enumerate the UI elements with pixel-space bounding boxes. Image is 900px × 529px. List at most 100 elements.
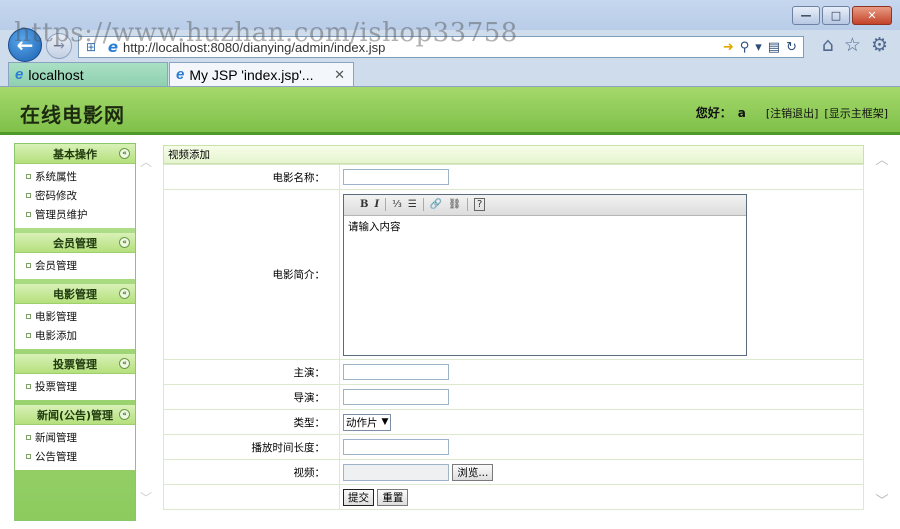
sidebar-item-label: 管理员维护 bbox=[35, 209, 88, 221]
back-arrow-icon[interactable]: ← bbox=[8, 28, 42, 62]
duration-input[interactable] bbox=[343, 439, 449, 455]
video-label: 视频： bbox=[163, 459, 340, 485]
panel-title: 视频添加 bbox=[163, 145, 864, 164]
collapse-icon[interactable]: « bbox=[119, 148, 130, 159]
sidebar-item-label: 投票管理 bbox=[35, 381, 77, 393]
sidebar-item-admin-maintenance[interactable]: 管理员维护 bbox=[15, 205, 135, 224]
gear-icon[interactable]: ⚙ bbox=[871, 34, 888, 56]
empty-label-cell bbox=[163, 484, 340, 510]
chevron-down-icon[interactable]: ﹀ bbox=[140, 489, 152, 506]
sidebar-item-label: 公告管理 bbox=[35, 451, 77, 463]
video-file-path[interactable] bbox=[343, 463, 449, 481]
chevron-up-icon[interactable]: ︿ bbox=[140, 153, 152, 170]
chevron-down-icon[interactable]: ﹀ bbox=[874, 490, 890, 509]
tab-localhost[interactable]: e localhost bbox=[8, 62, 168, 86]
sidebar-item-system-properties[interactable]: 系统属性 bbox=[15, 167, 135, 186]
sidebar-group-title: 投票管理 bbox=[53, 357, 97, 371]
sidebar-item-news-management[interactable]: 新闻管理 bbox=[15, 428, 135, 447]
sidebar-group-members: 会员管理 « 会员管理 bbox=[15, 233, 135, 279]
bullet-icon bbox=[26, 174, 31, 179]
chevron-up-icon[interactable]: ︿ bbox=[874, 149, 890, 168]
sidebar-item-label: 会员管理 bbox=[35, 260, 77, 272]
forward-arrow-icon[interactable]: → bbox=[46, 33, 72, 59]
sidebar-item-label: 新闻管理 bbox=[35, 432, 77, 444]
maximize-button[interactable]: □ bbox=[822, 6, 850, 25]
sidebar-item-vote-management[interactable]: 投票管理 bbox=[15, 377, 135, 396]
sidebar-item-label: 电影管理 bbox=[35, 311, 77, 323]
bullet-icon bbox=[26, 454, 31, 459]
italic-icon[interactable]: I bbox=[374, 199, 379, 210]
bullet-icon bbox=[26, 212, 31, 217]
refresh-icon[interactable]: ↻ bbox=[786, 40, 797, 55]
unordered-list-icon[interactable]: ☰ bbox=[408, 199, 417, 210]
editor-toolbar: B I ⅓ ☰ 🔗 ⛓ ? bbox=[344, 194, 746, 216]
sidebar-item-member-management[interactable]: 会员管理 bbox=[15, 256, 135, 275]
greeting-label: 您好： bbox=[695, 106, 732, 120]
close-window-button[interactable]: ✕ bbox=[852, 6, 892, 25]
collapse-icon[interactable]: « bbox=[119, 237, 130, 248]
sidebar-group-movies: 电影管理 « 电影管理 电影添加 bbox=[15, 284, 135, 349]
browse-button[interactable]: 浏览... bbox=[452, 463, 494, 481]
browser-navigation-bar: ← → ⊞ e http://localhost:8080/dianying/a… bbox=[0, 26, 900, 62]
compatibility-view-icon[interactable]: ⊞ bbox=[79, 40, 103, 54]
collapse-icon[interactable]: « bbox=[119, 288, 130, 299]
submit-button[interactable]: 提交 bbox=[343, 488, 374, 506]
bold-icon[interactable]: B bbox=[360, 199, 368, 210]
sidebar-item-label: 电影添加 bbox=[35, 330, 77, 342]
logout-link[interactable]: [注销退出] bbox=[766, 105, 819, 121]
sidebar-group-header[interactable]: 投票管理 « bbox=[15, 354, 135, 374]
bullet-icon bbox=[26, 263, 31, 268]
tab-label: My JSP 'index.jsp'... bbox=[189, 66, 314, 83]
ie-logo-icon: e bbox=[15, 66, 24, 83]
sidebar-group-header[interactable]: 新闻(公告)管理 « bbox=[15, 405, 135, 425]
reset-button[interactable]: 重置 bbox=[377, 488, 409, 506]
toolbar-divider bbox=[385, 198, 387, 211]
intro-label: 电影简介： bbox=[163, 189, 340, 360]
rich-text-editor: B I ⅓ ☰ 🔗 ⛓ ? 请输入内容 bbox=[343, 193, 747, 356]
tab-my-jsp[interactable]: e My JSP 'index.jsp'... ✕ bbox=[169, 62, 354, 86]
video-add-form: 电影名称： 电影简介： B I ⅓ ☰ 🔗 ⛓ ? 请输入内容 主演： 导演： … bbox=[163, 164, 864, 510]
help-icon[interactable]: ? bbox=[473, 198, 486, 211]
address-bar[interactable]: ⊞ e http://localhost:8080/dianying/admin… bbox=[78, 36, 804, 58]
director-input[interactable] bbox=[343, 389, 449, 405]
type-label: 类型： bbox=[163, 409, 340, 435]
sidebar-group-title: 会员管理 bbox=[53, 236, 97, 250]
ie-logo-icon: e bbox=[107, 38, 119, 56]
sidebar-item-change-password[interactable]: 密码修改 bbox=[15, 186, 135, 205]
sidebar-group-title: 电影管理 bbox=[53, 287, 97, 301]
minimize-button[interactable]: — bbox=[792, 6, 820, 25]
type-select[interactable]: 动作片 ▼ bbox=[343, 413, 392, 431]
go-icon[interactable]: ➜ bbox=[723, 40, 734, 55]
sidebar-item-movie-management[interactable]: 电影管理 bbox=[15, 307, 135, 326]
ie-logo-icon: e bbox=[176, 66, 185, 83]
feed-icon[interactable]: ▤ bbox=[768, 40, 780, 55]
chevron-down-icon: ▼ bbox=[381, 417, 389, 427]
show-main-frame-link[interactable]: [显示主框架] bbox=[824, 105, 888, 121]
bullet-icon bbox=[26, 314, 31, 319]
site-header: 在线电影网 您好： a [注销退出] [显示主框架] bbox=[0, 87, 900, 135]
browser-toolbar-icons: ⌂ ☆ ⚙ bbox=[822, 34, 888, 56]
unlink-icon[interactable]: ⛓ bbox=[448, 199, 461, 210]
favorites-star-icon[interactable]: ☆ bbox=[844, 34, 861, 56]
collapse-icon[interactable]: « bbox=[119, 358, 130, 369]
close-tab-icon[interactable]: ✕ bbox=[334, 67, 345, 83]
actor-input[interactable] bbox=[343, 364, 449, 380]
movie-name-input[interactable] bbox=[343, 169, 449, 185]
sidebar-group-header[interactable]: 电影管理 « bbox=[15, 284, 135, 304]
sidebar-group-header[interactable]: 会员管理 « bbox=[15, 233, 135, 253]
search-icon[interactable]: ⚲ bbox=[740, 40, 750, 55]
editor-content[interactable]: 请输入内容 bbox=[344, 216, 746, 237]
sidebar-group-votes: 投票管理 « 投票管理 bbox=[15, 354, 135, 400]
content-scrollbar[interactable]: ︿ ﹀ bbox=[874, 149, 890, 509]
url-text[interactable]: http://localhost:8080/dianying/admin/ind… bbox=[123, 40, 723, 55]
sidebar-group-header[interactable]: 基本操作 « bbox=[15, 144, 135, 164]
sidebar-item-movie-add[interactable]: 电影添加 bbox=[15, 326, 135, 345]
ordered-list-icon[interactable]: ⅓ bbox=[392, 199, 402, 210]
link-icon[interactable]: 🔗 bbox=[430, 199, 442, 210]
sidebar-group-title: 新闻(公告)管理 bbox=[36, 408, 114, 422]
chevron-down-icon[interactable]: ▾ bbox=[755, 40, 762, 55]
collapse-icon[interactable]: « bbox=[119, 409, 130, 420]
bullet-icon bbox=[26, 435, 31, 440]
home-icon[interactable]: ⌂ bbox=[822, 34, 834, 56]
sidebar-item-notice-management[interactable]: 公告管理 bbox=[15, 447, 135, 466]
